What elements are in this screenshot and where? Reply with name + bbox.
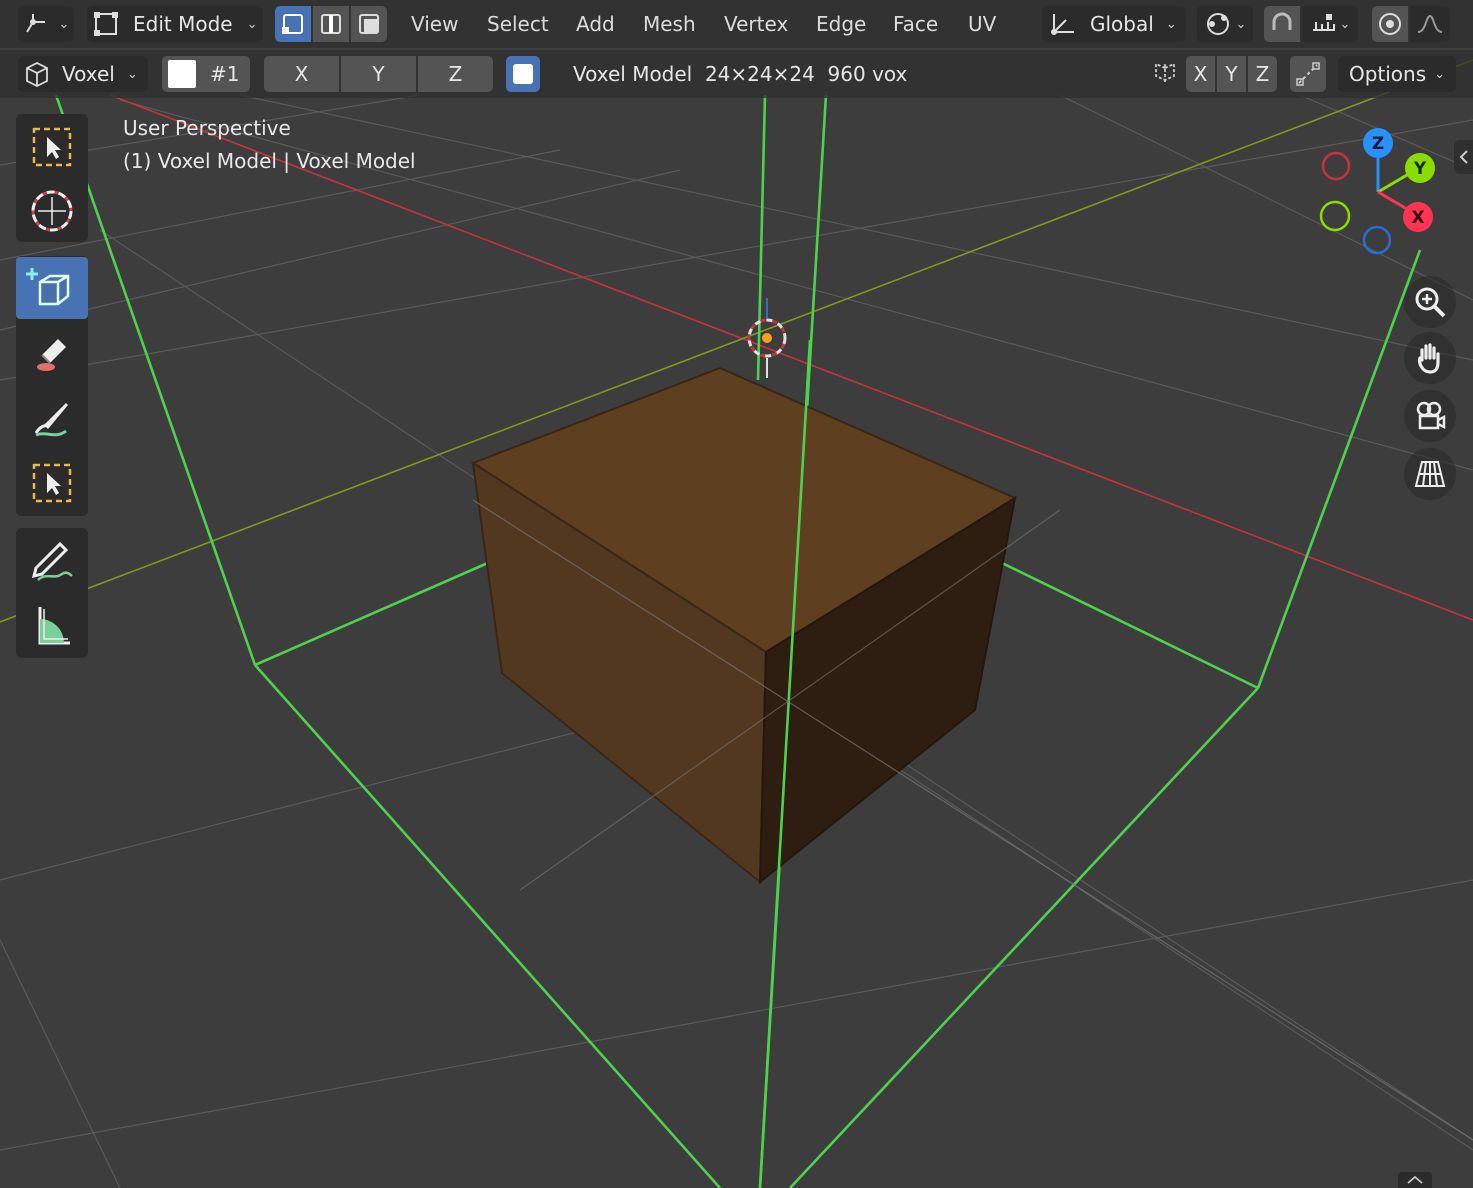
checkbox-icon	[513, 64, 533, 84]
mode-label: Edit Mode	[133, 12, 233, 36]
proportional-icon	[1379, 13, 1401, 35]
tool-measure[interactable]	[16, 594, 88, 656]
gizmo-neg-y-icon	[1319, 200, 1351, 232]
editor-type-button[interactable]: ⌄	[18, 6, 74, 42]
annotate-icon	[31, 541, 73, 581]
proportional-edit-toggle[interactable]	[1372, 6, 1408, 42]
voxel-cube-icon	[26, 61, 48, 88]
erase-icon	[37, 339, 66, 371]
pan-button[interactable]	[1404, 332, 1456, 384]
falloff-curve-icon	[1417, 14, 1443, 33]
color-picker-button[interactable]: #1	[162, 56, 250, 92]
tool-select-region[interactable]	[16, 452, 88, 514]
topology-mirror-button[interactable]	[1290, 56, 1326, 92]
snap-target-dropdown[interactable]: ⌄	[1302, 6, 1358, 42]
menu-face[interactable]: Face	[893, 10, 938, 38]
mirror-x-toggle[interactable]: X	[1186, 56, 1215, 92]
axis-y-label: Y	[372, 62, 385, 86]
option-checkbox[interactable]	[506, 56, 540, 92]
3d-cursor-icon[interactable]	[747, 298, 787, 378]
measure-icon	[38, 607, 70, 645]
paint-icon	[34, 403, 68, 437]
object-info: (1) Voxel Model | Voxel Model	[123, 149, 416, 173]
face-select-button[interactable]	[351, 6, 387, 42]
tool-dropdown[interactable]: Voxel ⌄	[18, 56, 148, 92]
vertex-select-button[interactable]	[275, 6, 311, 42]
viewport-header: ⌄ Edit Mode ⌄ View Select Add Mesh Verte…	[0, 0, 1473, 48]
edge-select-icon	[321, 14, 341, 34]
axis-x-label: X	[294, 62, 309, 86]
mirror-butterfly-icon	[1155, 62, 1175, 84]
tool-erase[interactable]	[16, 320, 88, 382]
vertex-select-icon	[282, 14, 303, 34]
snap-toggle[interactable]	[1264, 6, 1300, 42]
color-index: #1	[210, 62, 240, 86]
mirror-x-label: X	[1193, 62, 1208, 86]
grid-view-icon	[1414, 461, 1446, 487]
axis-z-label: Z	[448, 62, 463, 86]
options-dropdown[interactable]: Options ⌄	[1338, 56, 1456, 92]
tool-name: Voxel	[62, 62, 115, 86]
tool-select-box[interactable]	[16, 116, 88, 178]
mirror-y-label: Y	[1225, 62, 1238, 86]
topology-icon	[1296, 62, 1320, 86]
falloff-dropdown[interactable]	[1410, 6, 1450, 42]
model-info: Voxel Model 24×24×24 960 vox	[573, 62, 908, 86]
sidebar-toggle[interactable]	[1454, 140, 1473, 174]
camera-button[interactable]	[1404, 390, 1456, 442]
view-name: User Perspective	[123, 116, 291, 140]
axis-x-toggle[interactable]: X	[264, 56, 339, 92]
gizmo-neg-x-icon	[1321, 151, 1351, 181]
snap-increment-icon	[1312, 14, 1335, 31]
tool-annotate[interactable]	[16, 529, 88, 591]
tool-header: Voxel ⌄ #1 X Y Z Voxel Model 24×24×24 96…	[0, 50, 1473, 98]
mirror-z-label: Z	[1255, 62, 1270, 86]
axis-y-toggle[interactable]: Y	[341, 56, 416, 92]
tool-paint[interactable]	[16, 386, 88, 448]
footer-expand-tab[interactable]	[1398, 1172, 1432, 1188]
svg-text:Z: Z	[1372, 134, 1384, 154]
camera-icon	[1416, 401, 1446, 430]
magnet-icon	[1272, 12, 1292, 30]
voxel-model[interactable]	[470, 366, 1018, 885]
tool-cursor[interactable]	[16, 180, 88, 242]
select-box-icon	[32, 127, 72, 167]
select-region-icon	[32, 463, 72, 503]
orientation-icon	[1051, 14, 1074, 35]
mirror-z-toggle[interactable]: Z	[1248, 56, 1277, 92]
menu-add[interactable]: Add	[576, 10, 615, 38]
menu-select[interactable]: Select	[487, 10, 549, 38]
zoom-button[interactable]	[1404, 276, 1456, 328]
menu-edge[interactable]: Edge	[816, 10, 866, 38]
view3d-icon	[25, 14, 45, 33]
axis-z-toggle[interactable]: Z	[418, 56, 493, 92]
mirror-y-toggle[interactable]: Y	[1217, 56, 1246, 92]
zoom-icon	[1415, 287, 1446, 318]
pivot-point-dropdown[interactable]: ⌄	[1197, 6, 1253, 42]
mirror-button[interactable]	[1148, 56, 1182, 92]
viewport-3d[interactable]: Z Y X	[0, 0, 1473, 1188]
chevron-left-icon	[1459, 150, 1468, 164]
menu-uv[interactable]: UV	[968, 10, 996, 38]
transform-orientation-dropdown[interactable]: Global ⌄	[1042, 6, 1186, 42]
svg-text:X: X	[1411, 208, 1424, 228]
cursor-icon	[31, 190, 73, 232]
tool-add-voxel[interactable]	[16, 257, 88, 319]
edit-mode-icon	[94, 12, 118, 36]
mode-dropdown[interactable]: Edit Mode ⌄	[87, 6, 263, 42]
menu-mesh[interactable]: Mesh	[643, 10, 696, 38]
face-select-icon	[359, 14, 379, 34]
menu-vertex[interactable]: Vertex	[724, 10, 788, 38]
pan-hand-icon	[1417, 343, 1440, 374]
edge-select-button[interactable]	[313, 6, 349, 42]
grid-view-button[interactable]	[1404, 448, 1456, 500]
pivot-icon	[1206, 13, 1229, 35]
color-swatch	[168, 60, 196, 88]
gizmo-neg-z-icon	[1362, 225, 1392, 255]
svg-text:Y: Y	[1413, 159, 1427, 179]
menu-view[interactable]: View	[411, 10, 458, 38]
add-voxel-icon	[26, 268, 70, 306]
orientation-label: Global	[1090, 12, 1154, 36]
options-label: Options	[1348, 62, 1427, 86]
